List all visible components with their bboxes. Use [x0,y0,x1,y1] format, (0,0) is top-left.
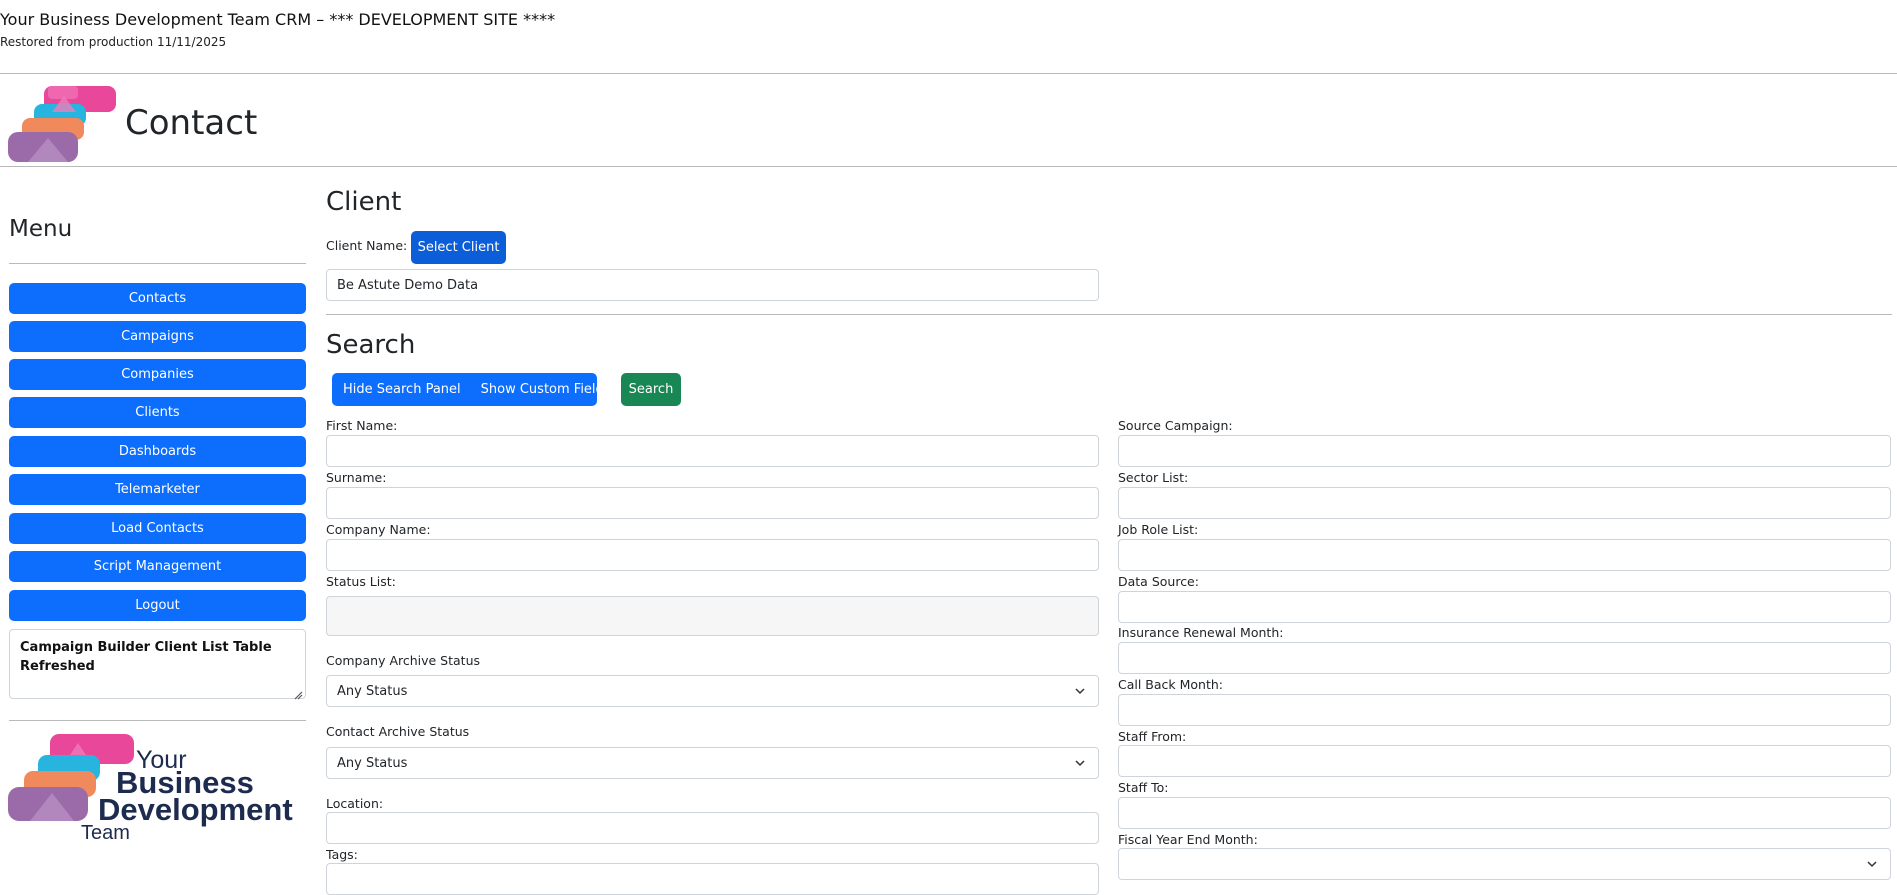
contact-archive-status-value: Any Status [337,755,408,771]
client-name-label: Client Name: [326,238,408,253]
chevron-down-icon [1866,858,1878,874]
company-name-input[interactable] [326,539,1099,571]
client-name-value: Be Astute Demo Data [337,277,479,293]
header-logo [8,86,118,166]
notice-text: Campaign Builder Client List Table Refre… [20,640,272,674]
data-source-label: Data Source: [1118,574,1199,589]
chevron-down-icon [1074,685,1086,701]
call-back-month-input[interactable] [1118,694,1891,726]
location-input[interactable] [326,812,1099,844]
sector-list-input[interactable] [1118,487,1891,519]
location-label: Location: [326,796,384,811]
tags-label: Tags: [326,847,358,862]
client-name-field[interactable]: Be Astute Demo Data [326,269,1099,301]
menu-title: Menu [9,216,73,242]
page-title: Contact [125,103,258,143]
first-name-input[interactable] [326,435,1099,467]
company-archive-status-label: Company Archive Status [326,653,481,668]
hide-search-panel-button[interactable]: Hide Search Panel [332,382,461,397]
company-archive-status-select[interactable]: Any Status [326,675,1099,707]
staff-from-input[interactable] [1118,745,1891,777]
job-role-list-input[interactable] [1118,539,1891,571]
surname-input[interactable] [326,487,1099,519]
resize-grip-icon[interactable] [294,687,303,700]
chevron-down-icon [1074,757,1086,773]
menu-item-contacts[interactable]: Contacts [9,283,306,314]
call-back-month-label: Call Back Month: [1118,677,1224,692]
menu-item-dashboards[interactable]: Dashboards [9,436,306,467]
menu-item-telemarketer[interactable]: Telemarketer [9,474,306,505]
staff-to-input[interactable] [1118,797,1891,829]
menu-item-clients[interactable]: Clients [9,397,306,428]
source-campaign-input[interactable] [1118,435,1891,467]
menu-item-campaigns[interactable]: Campaigns [9,321,306,352]
status-list-label: Status List: [326,574,396,589]
notice-textarea[interactable]: Campaign Builder Client List Table Refre… [9,629,306,700]
menu-item-logout[interactable]: Logout [9,590,306,621]
staff-to-label: Staff To: [1118,780,1169,795]
banner-divider [0,73,1897,74]
menu-item-load-contacts[interactable]: Load Contacts [9,513,306,544]
site-title: Your Business Development Team CRM – ***… [0,10,556,29]
search-button[interactable]: Search [621,373,681,406]
status-list-input[interactable] [326,596,1099,636]
header-divider [0,166,1897,167]
company-archive-status-value: Any Status [337,683,408,699]
client-section-title: Client [326,187,402,217]
data-source-input[interactable] [1118,591,1891,623]
job-role-list-label: Job Role List: [1118,522,1199,537]
logo-divider [9,720,306,721]
first-name-label: First Name: [326,418,398,433]
search-button-group: Hide Search Panel Show Custom Fields [332,373,611,406]
company-name-label: Company Name: [326,522,431,537]
insurance-renewal-month-input[interactable] [1118,642,1891,674]
fiscal-year-end-month-select[interactable] [1118,848,1891,880]
menu-divider [9,263,306,264]
source-campaign-label: Source Campaign: [1118,418,1233,433]
brand-logo: Your Business Development Team [8,731,308,844]
menu-item-companies[interactable]: Companies [9,359,306,390]
site-subtitle: Restored from production 11/11/2025 [0,35,227,49]
surname-label: Surname: [326,470,387,485]
show-custom-fields-button[interactable]: Show Custom Fields [461,382,611,397]
contact-archive-status-select[interactable]: Any Status [326,747,1099,779]
staff-from-label: Staff From: [1118,729,1187,744]
search-section-title: Search [326,330,416,360]
tags-input[interactable] [326,863,1099,895]
sector-list-label: Sector List: [1118,470,1189,485]
fiscal-year-end-month-label: Fiscal Year End Month: [1118,832,1258,847]
brand-logo-line4: Team [81,822,130,841]
insurance-renewal-month-label: Insurance Renewal Month: [1118,625,1284,640]
select-client-button[interactable]: Select Client [411,231,506,264]
client-divider [326,314,1892,315]
menu-item-script-management[interactable]: Script Management [9,551,306,582]
contact-archive-status-label: Contact Archive Status [326,724,470,739]
